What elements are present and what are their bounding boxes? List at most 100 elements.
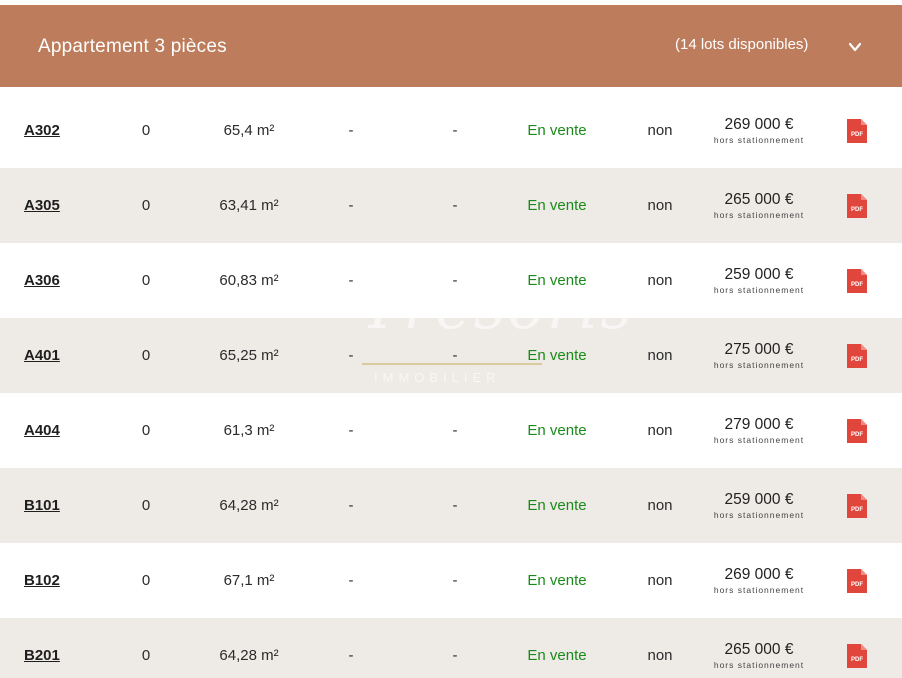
floor-cell: 0 [141, 647, 151, 664]
pdf-icon[interactable]: PDF [845, 567, 869, 595]
parking-cell: non [647, 197, 673, 214]
pdf-cell: PDF [842, 618, 872, 678]
lot-cell: B101 [24, 468, 104, 543]
pdf-icon[interactable]: PDF [845, 417, 869, 445]
price-value: 279 000 € [724, 416, 794, 433]
lot-link[interactable]: A404 [24, 420, 60, 441]
pdf-icon[interactable]: PDF [845, 342, 869, 370]
pdf-icon[interactable]: PDF [845, 642, 869, 670]
surface-cell: 64,28 m² [219, 497, 279, 514]
lot-table: A302 0 65,4 m² - - En vente non 269 000 … [0, 93, 902, 678]
status-badge: En vente [527, 647, 587, 664]
table-row: A302 0 65,4 m² - - En vente non 269 000 … [0, 93, 902, 168]
price-cell: 269 000 € hors stationnement [704, 93, 814, 168]
surface-cell: 65,25 m² [219, 347, 279, 364]
pdf-icon[interactable]: PDF [845, 117, 869, 145]
price-value: 259 000 € [724, 266, 794, 283]
floor-cell: 0 [141, 347, 151, 364]
surface-cell: 64,28 m² [219, 647, 279, 664]
price-value: 265 000 € [724, 641, 794, 658]
lot-link[interactable]: B201 [24, 645, 60, 666]
status-badge: En vente [527, 197, 587, 214]
price-note: hors stationnement [713, 435, 805, 445]
price-value: 265 000 € [724, 191, 794, 208]
pdf-icon[interactable]: PDF [845, 192, 869, 220]
lot-link[interactable]: A305 [24, 195, 60, 216]
price-value: 269 000 € [724, 116, 794, 133]
floor-cell: 0 [141, 497, 151, 514]
parking-cell: non [647, 347, 673, 364]
status-badge: En vente [527, 572, 587, 589]
table-row: A404 0 61,3 m² - - En vente non 279 000 … [0, 393, 902, 468]
lot-link[interactable]: A401 [24, 345, 60, 366]
lot-cell: A305 [24, 168, 104, 243]
price-note: hors stationnement [713, 135, 805, 145]
table-row: B102 0 67,1 m² - - En vente non 269 000 … [0, 543, 902, 618]
svg-text:PDF: PDF [851, 582, 863, 588]
chevron-down-icon[interactable] [848, 40, 862, 54]
empty-value-cell: - [348, 572, 354, 589]
status-badge: En vente [527, 272, 587, 289]
empty-value-cell: - [452, 197, 458, 214]
floor-cell: 0 [141, 272, 151, 289]
pdf-cell: PDF [842, 318, 872, 393]
pdf-cell: PDF [842, 393, 872, 468]
parking-cell: non [647, 272, 673, 289]
accordion-header[interactable]: Appartement 3 pièces (14 lots disponible… [0, 5, 902, 87]
parking-cell: non [647, 497, 673, 514]
svg-text:PDF: PDF [851, 207, 863, 213]
price-value: 259 000 € [724, 491, 794, 508]
parking-cell: non [647, 122, 673, 139]
status-badge: En vente [527, 122, 587, 139]
empty-value-cell: - [452, 122, 458, 139]
price-cell: 259 000 € hors stationnement [704, 243, 814, 318]
table-row: A305 0 63,41 m² - - En vente non 265 000… [0, 168, 902, 243]
svg-text:PDF: PDF [851, 507, 863, 513]
empty-value-cell: - [452, 647, 458, 664]
lots-available-count: (14 lots disponibles) [675, 36, 809, 53]
pdf-cell: PDF [842, 168, 872, 243]
pdf-cell: PDF [842, 243, 872, 318]
price-note: hors stationnement [713, 360, 805, 370]
status-badge: En vente [527, 347, 587, 364]
empty-value-cell: - [348, 272, 354, 289]
pdf-cell: PDF [842, 468, 872, 543]
lot-cell: B201 [24, 618, 104, 678]
pdf-icon[interactable]: PDF [845, 267, 869, 295]
floor-cell: 0 [141, 197, 151, 214]
price-cell: 279 000 € hors stationnement [704, 393, 814, 468]
surface-cell: 61,3 m² [223, 422, 275, 439]
lot-cell: A302 [24, 93, 104, 168]
surface-cell: 65,4 m² [223, 122, 275, 139]
status-badge: En vente [527, 497, 587, 514]
lot-link[interactable]: A306 [24, 270, 60, 291]
price-note: hors stationnement [713, 210, 805, 220]
status-badge: En vente [527, 422, 587, 439]
lot-cell: B102 [24, 543, 104, 618]
price-cell: 265 000 € hors stationnement [704, 168, 814, 243]
lot-cell: A401 [24, 318, 104, 393]
floor-cell: 0 [141, 572, 151, 589]
pdf-cell: PDF [842, 93, 872, 168]
svg-text:PDF: PDF [851, 282, 863, 288]
price-note: hors stationnement [713, 585, 805, 595]
lot-list-page: Appartement 3 pièces (14 lots disponible… [0, 0, 902, 678]
svg-text:PDF: PDF [851, 432, 863, 438]
lot-link[interactable]: B102 [24, 570, 60, 591]
empty-value-cell: - [452, 572, 458, 589]
floor-cell: 0 [141, 122, 151, 139]
floor-cell: 0 [141, 422, 151, 439]
lot-link[interactable]: B101 [24, 495, 60, 516]
price-cell: 259 000 € hors stationnement [704, 468, 814, 543]
surface-cell: 60,83 m² [219, 272, 279, 289]
table-row: B101 0 64,28 m² - - En vente non 259 000… [0, 468, 902, 543]
empty-value-cell: - [348, 647, 354, 664]
lot-link[interactable]: A302 [24, 120, 60, 141]
empty-value-cell: - [348, 122, 354, 139]
svg-text:PDF: PDF [851, 657, 863, 663]
pdf-icon[interactable]: PDF [845, 492, 869, 520]
empty-value-cell: - [348, 347, 354, 364]
surface-cell: 63,41 m² [219, 197, 279, 214]
price-note: hors stationnement [713, 660, 805, 670]
surface-cell: 67,1 m² [223, 572, 275, 589]
